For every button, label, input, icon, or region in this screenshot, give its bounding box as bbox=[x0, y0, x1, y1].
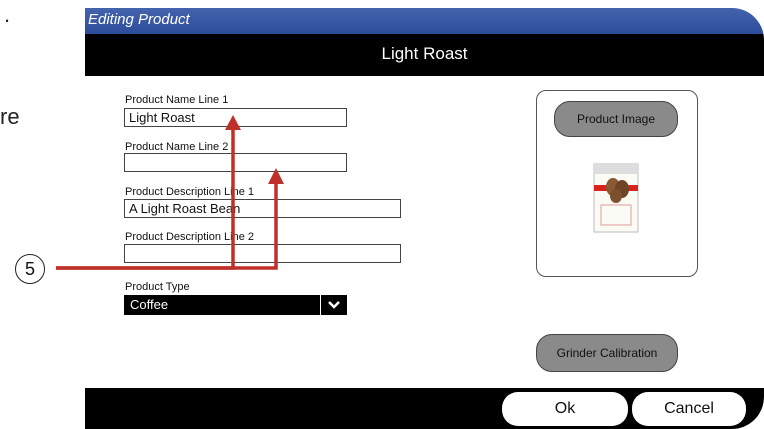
arrow-to-name-line2 bbox=[56, 182, 278, 270]
callout-number: 5 bbox=[15, 254, 45, 284]
annotation-arrows bbox=[56, 115, 284, 270]
callout-number-text: 5 bbox=[24, 258, 35, 279]
arrowhead-name-line2 bbox=[268, 168, 284, 184]
arrowhead-name-line1 bbox=[225, 115, 241, 130]
arrow-to-name-line1 bbox=[56, 128, 235, 270]
